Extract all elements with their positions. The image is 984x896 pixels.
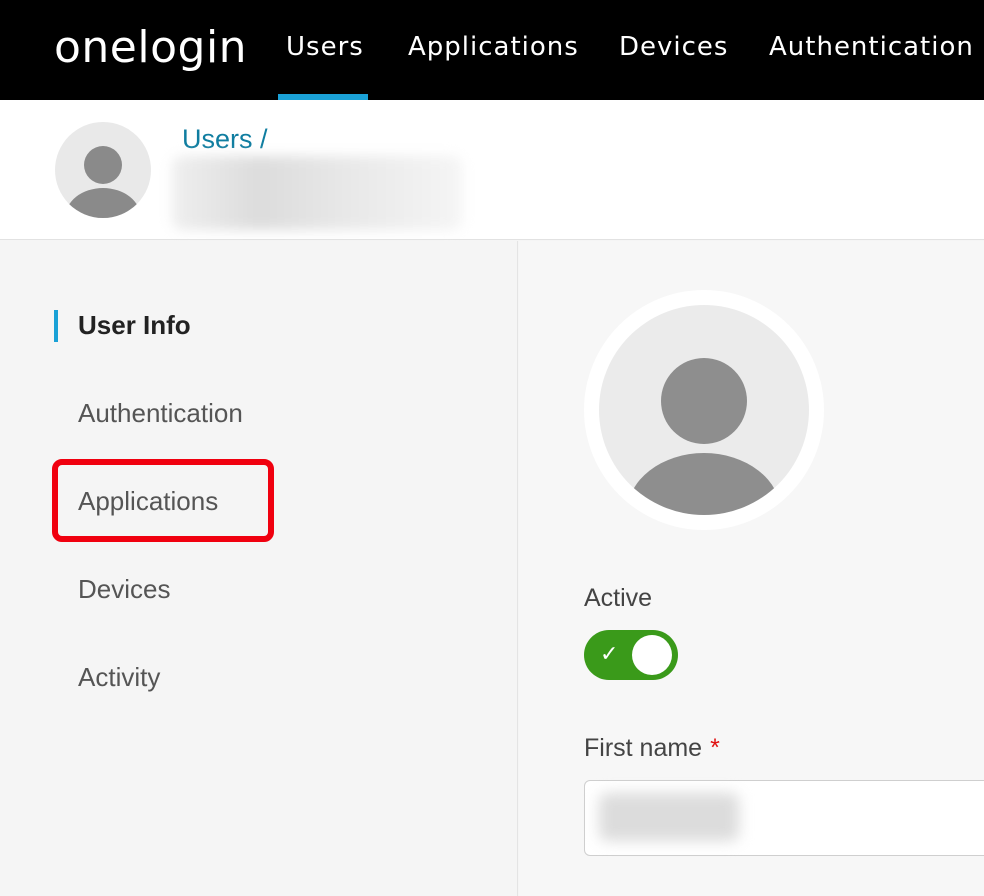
user-name-redacted [172, 156, 462, 230]
top-nav-bar: onelogin Users Applications Devices Auth… [0, 0, 984, 100]
breadcrumb-users-link[interactable]: Users / [182, 124, 268, 155]
sidebar-item-authentication[interactable]: Authentication [78, 398, 243, 429]
sidebar-item-user-info[interactable]: User Info [78, 310, 191, 341]
first-name-label-text: First name [584, 734, 703, 762]
active-label: Active [584, 584, 653, 612]
sidebar-item-devices[interactable]: Devices [78, 574, 170, 605]
sidebar-item-activity[interactable]: Activity [78, 662, 160, 693]
highlight-annotation-box [52, 459, 274, 542]
onelogin-logo[interactable]: onelogin [54, 22, 247, 73]
first-name-label: First name * [584, 734, 720, 763]
first-name-value-redacted [599, 793, 739, 841]
user-avatar-icon [55, 122, 151, 218]
nav-tab-applications[interactable]: Applications [408, 32, 579, 62]
nav-tab-users[interactable]: Users [286, 32, 364, 62]
required-marker: * [710, 734, 720, 762]
check-icon: ✓ [600, 641, 619, 666]
first-name-input[interactable] [584, 780, 984, 856]
user-header [0, 100, 984, 240]
sidebar-active-indicator [54, 310, 58, 342]
toggle-knob [632, 635, 672, 675]
active-toggle[interactable]: ✓ [584, 630, 678, 680]
nav-tab-authentication[interactable]: Authentication [769, 32, 974, 62]
nav-tab-devices[interactable]: Devices [619, 32, 728, 62]
profile-avatar-icon[interactable] [599, 305, 809, 515]
